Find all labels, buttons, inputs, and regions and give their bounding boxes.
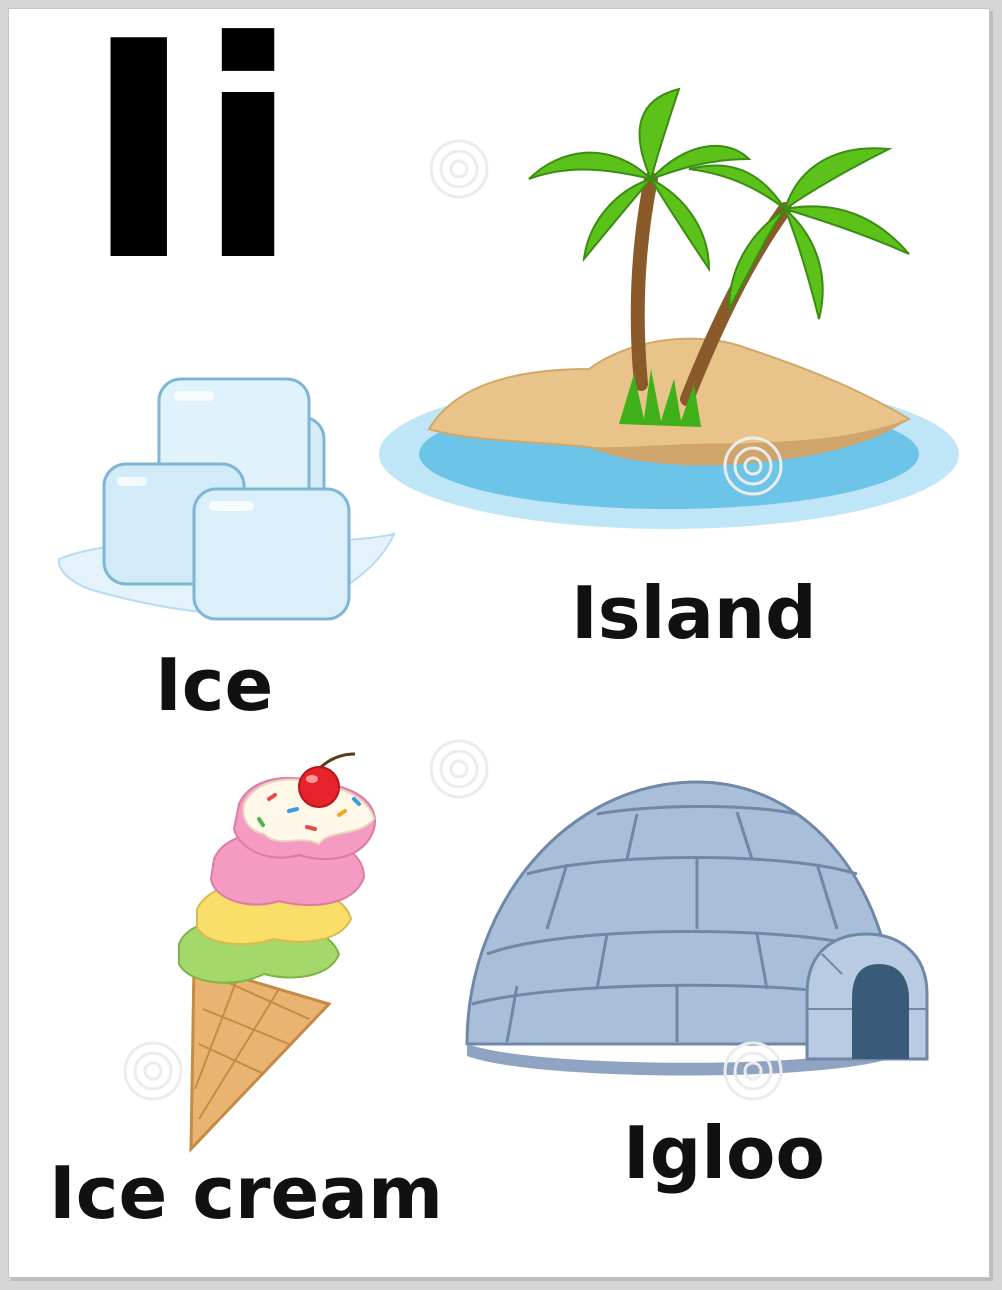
big-letter-heading: Ii <box>83 0 302 327</box>
ice-cubes-icon <box>57 377 396 621</box>
ice-cream-icon <box>178 752 376 1153</box>
ice-cream-label: Ice cream <box>49 1151 443 1235</box>
alphabet-card: Ii Island Ice Ice cream Igloo <box>8 3 990 1278</box>
watermark-spiral-icon <box>123 1041 183 1101</box>
igloo-label: Igloo <box>623 1111 825 1195</box>
watermark-spiral-icon <box>723 1041 783 1101</box>
watermark-spiral-icon <box>723 436 783 496</box>
ice-label: Ice <box>155 643 274 727</box>
igloo-icon <box>465 780 929 1076</box>
watermark-spiral-icon <box>429 739 489 799</box>
watermark-spiral-icon <box>429 139 489 199</box>
island-label: Island <box>571 571 817 655</box>
